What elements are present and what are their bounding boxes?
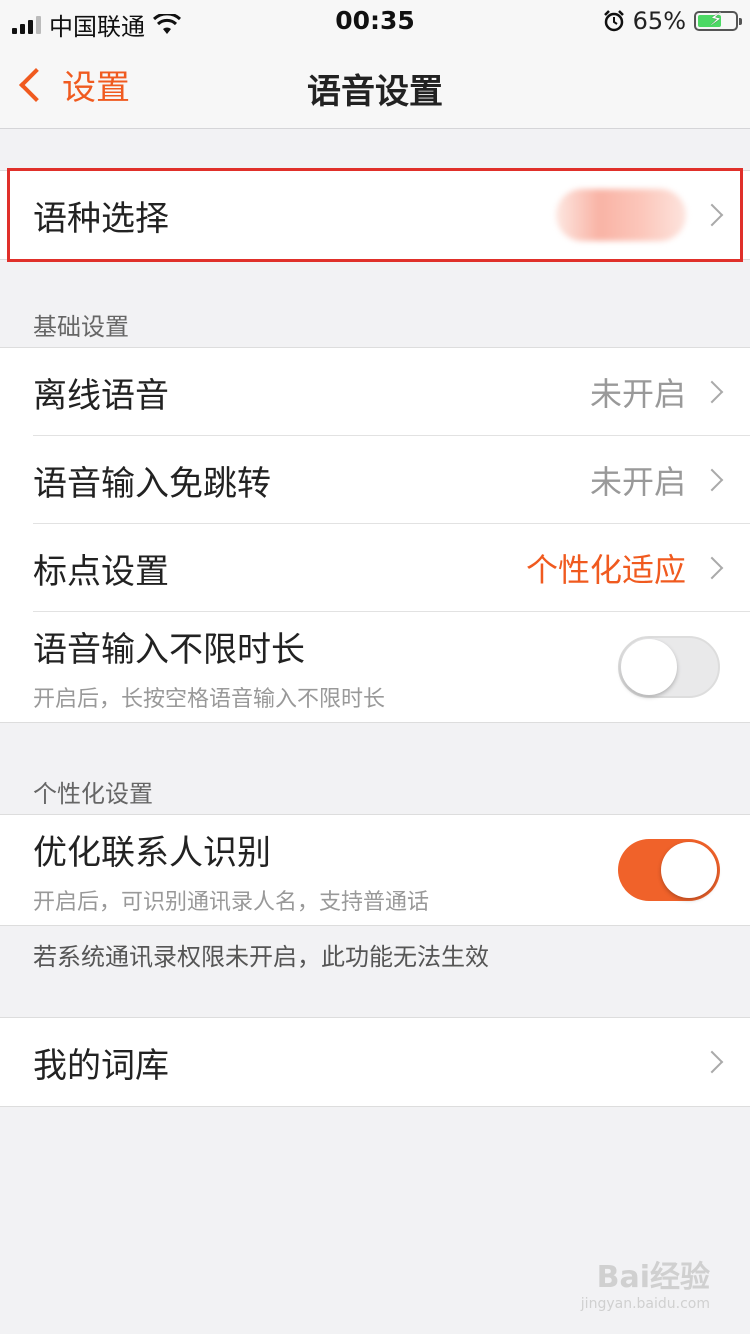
language-select-label: 语种选择 [33, 198, 169, 239]
personal-settings-header: 个性化设置 [33, 780, 153, 808]
offline-voice-row[interactable]: 离线语音 未开启 [0, 348, 750, 436]
contact-recognition-description: 开启后，可识别通讯录人名，支持普通话 [33, 889, 430, 915]
personal-settings-group: 优化联系人识别 开启后，可识别通讯录人名，支持普通话 [0, 814, 750, 926]
punctuation-label: 标点设置 [33, 551, 169, 592]
unlimited-duration-row: 语音输入不限时长 开启后，长按空格语音输入不限时长 [0, 612, 750, 722]
basic-settings-group: 离线语音 未开启 语音输入免跳转 未开启 标点设置 个性化适应 语音输入不限时长… [0, 347, 750, 723]
unlimited-duration-toggle[interactable] [618, 636, 720, 698]
page-title: 语音设置 [307, 72, 443, 112]
offline-voice-label: 离线语音 [33, 375, 169, 416]
voice-no-jump-label: 语音输入免跳转 [33, 463, 271, 504]
language-select-row[interactable]: 语种选择 [0, 171, 750, 259]
voice-no-jump-row[interactable]: 语音输入免跳转 未开启 [0, 436, 750, 524]
chevron-right-icon [700, 380, 724, 404]
status-bar: 中国联通 00:35 65% ⚡ [0, 0, 750, 42]
language-value-blurred [556, 189, 686, 241]
lexicon-group: 我的词库 [0, 1017, 750, 1107]
alarm-icon [603, 10, 624, 32]
punctuation-value: 个性化适应 [525, 551, 686, 589]
contact-recognition-label: 优化联系人识别 [33, 832, 271, 873]
nav-bar: 设置 语音设置 [0, 42, 750, 129]
unlimited-duration-description: 开启后，长按空格语音输入不限时长 [33, 686, 386, 712]
chevron-right-icon [700, 556, 724, 580]
battery-icon: ⚡ [694, 9, 742, 31]
watermark-brand: Bai经验 [596, 1260, 710, 1295]
my-lexicon-label: 我的词库 [33, 1045, 169, 1086]
contact-recognition-row: 优化联系人识别 开启后，可识别通讯录人名，支持普通话 [0, 815, 750, 925]
chevron-right-icon [700, 203, 724, 227]
language-group: 语种选择 [0, 170, 750, 260]
watermark-url: jingyan.baidu.com [580, 1296, 710, 1312]
chevron-right-icon [700, 1050, 724, 1074]
chevron-right-icon [700, 468, 724, 492]
battery-percent: 65% [632, 7, 686, 35]
offline-voice-value: 未开启 [589, 375, 686, 413]
unlimited-duration-label: 语音输入不限时长 [33, 629, 305, 670]
my-lexicon-row[interactable]: 我的词库 [0, 1018, 750, 1106]
contact-recognition-toggle[interactable] [618, 839, 720, 901]
punctuation-row[interactable]: 标点设置 个性化适应 [0, 524, 750, 612]
contact-permission-note: 若系统通讯录权限未开启，此功能无法生效 [33, 943, 489, 971]
baidu-watermark: Bai经验 jingyan.baidu.com [581, 1252, 710, 1312]
voice-no-jump-value: 未开启 [589, 463, 686, 501]
basic-settings-header: 基础设置 [33, 313, 129, 341]
